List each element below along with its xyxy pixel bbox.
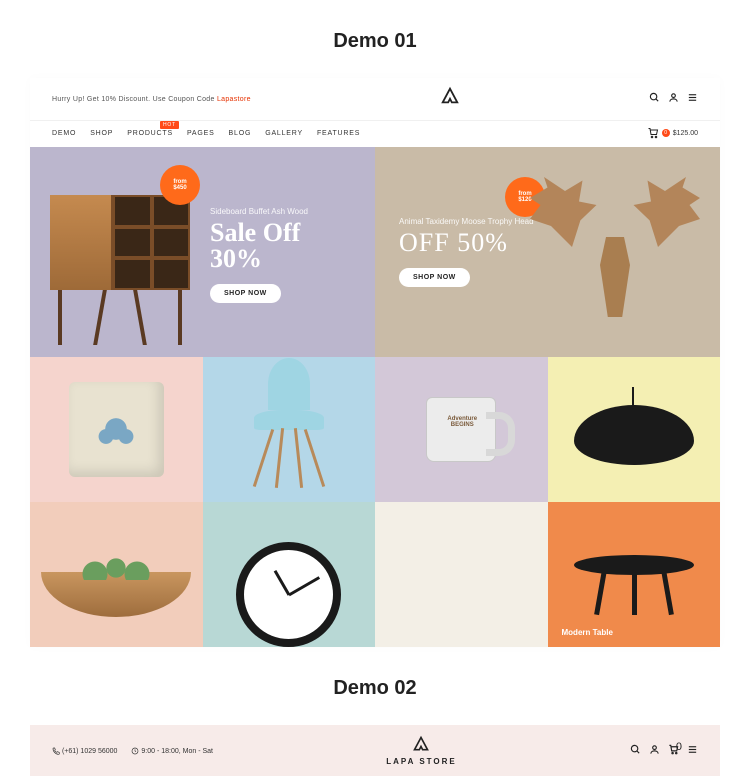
product-grid: AdventureBEGINS Modern Table <box>30 357 720 647</box>
demo2-frame: (+61) 1029 56000 9:00 - 18:00, Mon - Sat… <box>30 725 720 776</box>
demo1-frame: Hurry Up! Get 10% Discount. Use Coupon C… <box>30 78 720 647</box>
phone-info: (+61) 1029 56000 <box>52 747 117 755</box>
hero-right-subtitle: Animal Taxidemy Moose Trophy Head <box>399 217 534 226</box>
hero-left-subtitle: Sideboard Buffet Ash Wood <box>210 207 308 216</box>
tile-lamp[interactable] <box>548 357 721 502</box>
hero-right-title: OFF 50% <box>399 230 534 256</box>
bowl-image <box>41 572 191 617</box>
hero-left-title: Sale Off30% <box>210 220 308 272</box>
demo2-heading: Demo 02 <box>0 647 750 725</box>
main-nav: DEMO SHOP PRODUCTSHOT PAGES BLOG GALLERY… <box>52 130 360 137</box>
demo2-account-icon[interactable] <box>649 744 660 758</box>
demo2-topbar: (+61) 1029 56000 9:00 - 18:00, Mon - Sat… <box>30 725 720 776</box>
nav-features[interactable]: FEATURES <box>317 130 360 137</box>
nav-pages[interactable]: PAGES <box>187 130 215 137</box>
tile-chair[interactable] <box>203 357 376 502</box>
promo-text: Hurry Up! Get 10% Discount. Use Coupon C… <box>52 96 251 103</box>
cart-total: $125.00 <box>673 130 698 137</box>
hero-right[interactable]: from$120 Animal Taxidemy Moose Trophy He… <box>375 147 720 357</box>
store-name: LAPA STORE <box>386 757 457 766</box>
sideboard-image <box>40 185 200 345</box>
demo1-heading: Demo 01 <box>0 0 750 78</box>
tile-pillow[interactable] <box>30 357 203 502</box>
shop-now-right-button[interactable]: SHOP NOW <box>399 268 470 287</box>
nav-demo[interactable]: DEMO <box>52 130 76 137</box>
nav-products[interactable]: PRODUCTSHOT <box>127 130 173 137</box>
top-bar: Hurry Up! Get 10% Discount. Use Coupon C… <box>30 78 720 120</box>
nav-gallery[interactable]: GALLERY <box>265 130 303 137</box>
tile-bowl[interactable] <box>30 502 203 647</box>
price-badge-left: from$450 <box>160 165 200 205</box>
demo2-cart-badge: 0 <box>676 741 682 753</box>
tile-empty[interactable] <box>375 502 548 647</box>
tile-table[interactable]: Modern Table <box>548 502 721 647</box>
search-icon[interactable] <box>649 92 660 106</box>
demo2-menu-icon[interactable] <box>687 744 698 758</box>
clock-image <box>236 542 341 647</box>
nav-shop[interactable]: SHOP <box>90 130 113 137</box>
account-icon[interactable] <box>668 92 679 106</box>
tile-mug[interactable]: AdventureBEGINS <box>375 357 548 502</box>
cart-summary[interactable]: 0 $125.00 <box>647 127 698 139</box>
logo[interactable] <box>439 86 461 112</box>
demo2-logo[interactable]: LAPA STORE <box>386 735 457 766</box>
chair-image <box>254 410 324 430</box>
mug-image: AdventureBEGINS <box>426 397 496 462</box>
moose-image <box>530 167 700 347</box>
nav-row: DEMO SHOP PRODUCTSHOT PAGES BLOG GALLERY… <box>30 120 720 147</box>
hero-left[interactable]: from$450 Sideboard Buffet Ash Wood Sale … <box>30 147 375 357</box>
hours-info: 9:00 - 18:00, Mon - Sat <box>131 747 213 755</box>
menu-icon[interactable] <box>687 92 698 106</box>
pillow-image <box>69 382 164 477</box>
lamp-image <box>574 387 694 472</box>
coupon-code: Lapastore <box>217 96 251 103</box>
hero: from$450 Sideboard Buffet Ash Wood Sale … <box>30 147 720 357</box>
hot-badge: HOT <box>160 121 179 129</box>
table-image <box>574 555 694 615</box>
tile-clock[interactable] <box>203 502 376 647</box>
nav-blog[interactable]: BLOG <box>229 130 252 137</box>
cart-badge: 0 <box>662 129 670 137</box>
demo2-search-icon[interactable] <box>630 744 641 758</box>
demo2-cart-icon[interactable]: 0 <box>668 744 679 758</box>
tile-table-label: Modern Table <box>562 628 613 637</box>
shop-now-left-button[interactable]: SHOP NOW <box>210 284 281 303</box>
